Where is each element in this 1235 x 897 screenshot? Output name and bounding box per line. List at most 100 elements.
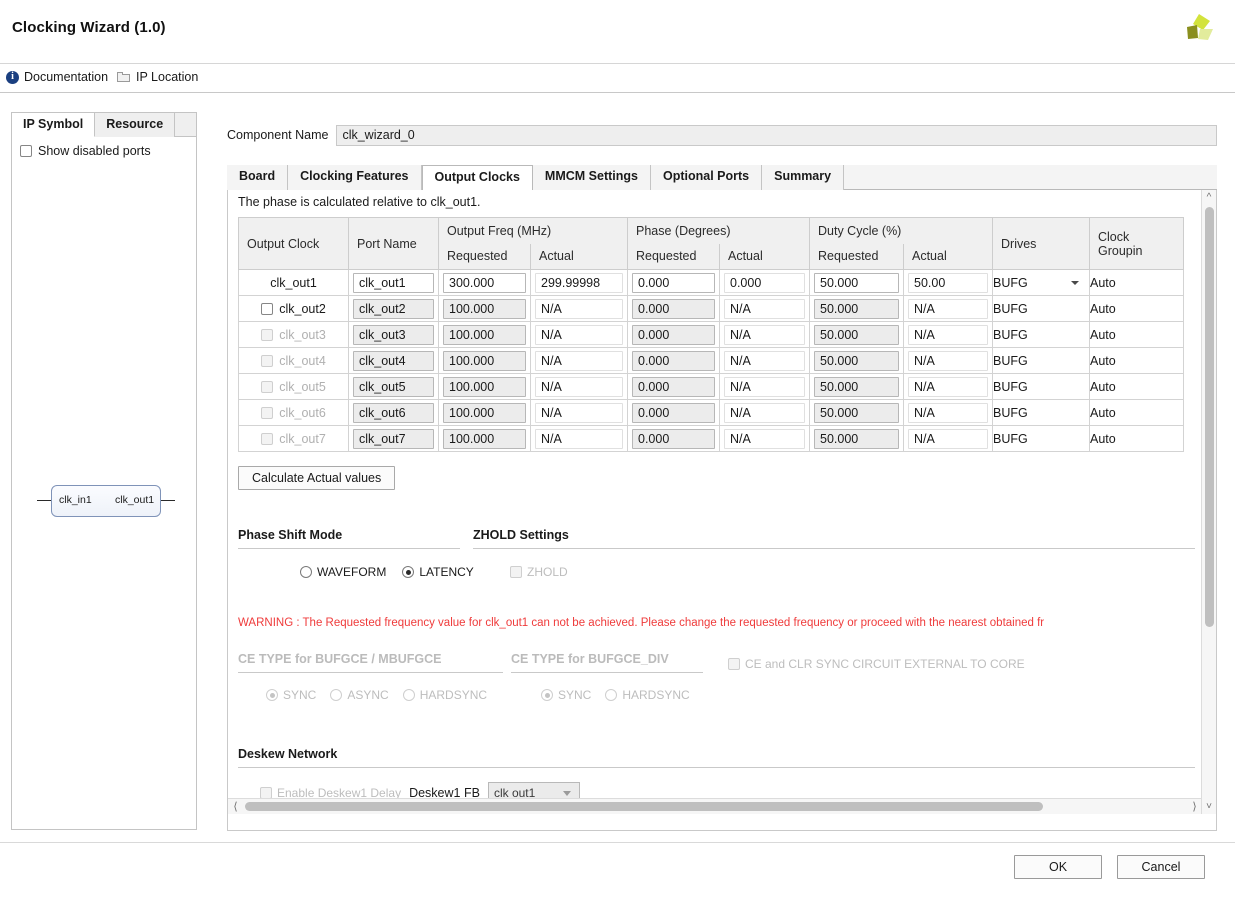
radio-latency[interactable]: LATENCY: [402, 565, 473, 579]
cell-duty-requested-value[interactable]: 50.000: [814, 429, 899, 449]
cell-duty-actual: N/A: [904, 322, 993, 348]
scroll-down-arrow-icon[interactable]: ˅: [1202, 799, 1216, 814]
radio-bufgce-hardsync: HARDSYNC: [403, 688, 487, 702]
radio-bufgce-async-label: ASYNC: [347, 688, 388, 702]
radio-latency-label: LATENCY: [419, 565, 473, 579]
cell-duty-actual: N/A: [904, 426, 993, 452]
documentation-label: Documentation: [24, 70, 108, 84]
th-freq-actual: Actual: [531, 244, 628, 270]
cell-freq-requested-value[interactable]: 100.000: [443, 299, 526, 319]
cell-freq-requested-value[interactable]: 300.000: [443, 273, 526, 293]
cell-freq-requested-value[interactable]: 100.000: [443, 403, 526, 423]
cell-clock-grouping: Auto: [1090, 348, 1184, 374]
tab-clocking-features[interactable]: Clocking Features: [288, 165, 421, 190]
table-row: clk_out2clk_out2100.000N/A0.000N/A50.000…: [239, 296, 1184, 322]
ok-button[interactable]: OK: [1014, 855, 1102, 879]
cell-output-clock: clk_out1: [239, 270, 349, 296]
cell-phase-actual-value: N/A: [724, 377, 805, 397]
cell-output-clock: clk_out2: [239, 296, 349, 322]
cell-port-name-value[interactable]: clk_out2: [353, 299, 434, 319]
scroll-up-arrow-icon[interactable]: ^: [1202, 190, 1216, 205]
cancel-button[interactable]: Cancel: [1117, 855, 1205, 879]
cell-phase-requested: 0.000: [628, 374, 720, 400]
scroll-left-arrow-icon[interactable]: ⟨: [228, 799, 243, 814]
cell-phase-requested-value[interactable]: 0.000: [632, 273, 715, 293]
cell-port-name-value[interactable]: clk_out6: [353, 403, 434, 423]
enable-clock-checkbox[interactable]: [261, 303, 273, 315]
cell-drives[interactable]: BUFG: [993, 296, 1090, 322]
tab-summary[interactable]: Summary: [762, 165, 844, 190]
table-row: clk_out5clk_out5100.000N/A0.000N/A50.000…: [239, 374, 1184, 400]
documentation-link[interactable]: i Documentation: [6, 70, 108, 84]
component-name-label: Component Name: [227, 128, 328, 142]
calculate-actual-values-button[interactable]: Calculate Actual values: [238, 466, 395, 490]
cell-duty-requested-value[interactable]: 50.000: [814, 299, 899, 319]
cell-phase-actual: N/A: [720, 374, 810, 400]
radio-waveform[interactable]: WAVEFORM: [300, 565, 386, 579]
cell-drives[interactable]: BUFG: [993, 322, 1090, 348]
cell-duty-requested: 50.000: [810, 348, 904, 374]
output-clocks-table: Output Clock Port Name Output Freq (MHz)…: [238, 217, 1184, 452]
zhold-checkbox: [510, 566, 522, 578]
cell-phase-requested: 0.000: [628, 322, 720, 348]
cell-drives[interactable]: BUFG: [993, 270, 1090, 296]
horizontal-scrollbar[interactable]: ⟨ ⟩: [228, 798, 1202, 814]
horizontal-scroll-thumb[interactable]: [245, 802, 1043, 811]
cell-phase-requested-value[interactable]: 0.000: [632, 325, 715, 345]
cell-phase-requested: 0.000: [628, 296, 720, 322]
ce-type-bufgce-div-title: CE TYPE for BUFGCE_DIV: [511, 652, 669, 669]
cell-duty-requested-value[interactable]: 50.000: [814, 351, 899, 371]
tab-resource[interactable]: Resource: [95, 113, 175, 137]
cell-port-name-value[interactable]: clk_out1: [353, 273, 434, 293]
cell-phase-requested-value[interactable]: 0.000: [632, 377, 715, 397]
cell-freq-requested-value[interactable]: 100.000: [443, 377, 526, 397]
cell-port-name-value[interactable]: clk_out5: [353, 377, 434, 397]
cell-port-name-value[interactable]: clk_out3: [353, 325, 434, 345]
cell-freq-requested: 100.000: [439, 322, 531, 348]
cell-drives[interactable]: BUFG: [993, 400, 1090, 426]
vertical-scroll-thumb[interactable]: [1205, 207, 1214, 627]
show-disabled-ports-checkbox[interactable]: [20, 145, 32, 157]
radio-bufgce-sync-label: SYNC: [283, 688, 316, 702]
radio-waveform-indicator: [300, 566, 312, 578]
ip-location-link[interactable]: IP Location: [117, 70, 198, 84]
cell-duty-requested-value[interactable]: 50.000: [814, 273, 899, 293]
ip-input-port-label: clk_in1: [59, 494, 92, 506]
cell-port-name-value[interactable]: clk_out4: [353, 351, 434, 371]
tab-mmcm-settings[interactable]: MMCM Settings: [533, 165, 651, 190]
tab-board[interactable]: Board: [227, 165, 288, 190]
scroll-right-arrow-icon[interactable]: ⟩: [1187, 799, 1202, 814]
table-row: clk_out1clk_out1300.000299.999980.0000.0…: [239, 270, 1184, 296]
cell-freq-requested-value[interactable]: 100.000: [443, 351, 526, 371]
cell-phase-requested-value[interactable]: 0.000: [632, 429, 715, 449]
cell-port-name-value[interactable]: clk_out7: [353, 429, 434, 449]
cell-phase-actual-value: N/A: [724, 403, 805, 423]
cell-freq-actual-value: N/A: [535, 351, 623, 371]
tab-optional-ports[interactable]: Optional Ports: [651, 165, 762, 190]
table-row: clk_out7clk_out7100.000N/A0.000N/A50.000…: [239, 426, 1184, 452]
cell-duty-requested-value[interactable]: 50.000: [814, 403, 899, 423]
cell-phase-requested-value[interactable]: 0.000: [632, 299, 715, 319]
cell-phase-requested-value[interactable]: 0.000: [632, 403, 715, 423]
tab-output-clocks[interactable]: Output Clocks: [422, 165, 533, 191]
component-name-input[interactable]: [336, 125, 1217, 146]
cell-drives[interactable]: BUFG: [993, 348, 1090, 374]
cell-duty-requested-value[interactable]: 50.000: [814, 325, 899, 345]
cell-phase-actual: 0.000: [720, 270, 810, 296]
cell-freq-requested-value[interactable]: 100.000: [443, 325, 526, 345]
toolbar: i Documentation IP Location: [0, 65, 1235, 93]
cell-duty-actual: N/A: [904, 348, 993, 374]
table-body: clk_out1clk_out1300.000299.999980.0000.0…: [239, 270, 1184, 452]
cell-drives[interactable]: BUFG: [993, 374, 1090, 400]
cell-freq-requested-value[interactable]: 100.000: [443, 429, 526, 449]
cell-duty-requested-value[interactable]: 50.000: [814, 377, 899, 397]
cell-duty-requested: 50.000: [810, 296, 904, 322]
phase-shift-mode-title: Phase Shift Mode: [238, 528, 342, 545]
tab-ip-symbol[interactable]: IP Symbol: [12, 113, 95, 137]
cell-output-clock: clk_out4: [239, 348, 349, 374]
cell-phase-requested-value[interactable]: 0.000: [632, 351, 715, 371]
cell-drives[interactable]: BUFG: [993, 426, 1090, 452]
show-disabled-ports-row[interactable]: Show disabled ports: [20, 144, 151, 158]
vertical-scrollbar[interactable]: ^ ˅: [1201, 190, 1216, 814]
output-clock-name: clk_out6: [279, 406, 326, 420]
